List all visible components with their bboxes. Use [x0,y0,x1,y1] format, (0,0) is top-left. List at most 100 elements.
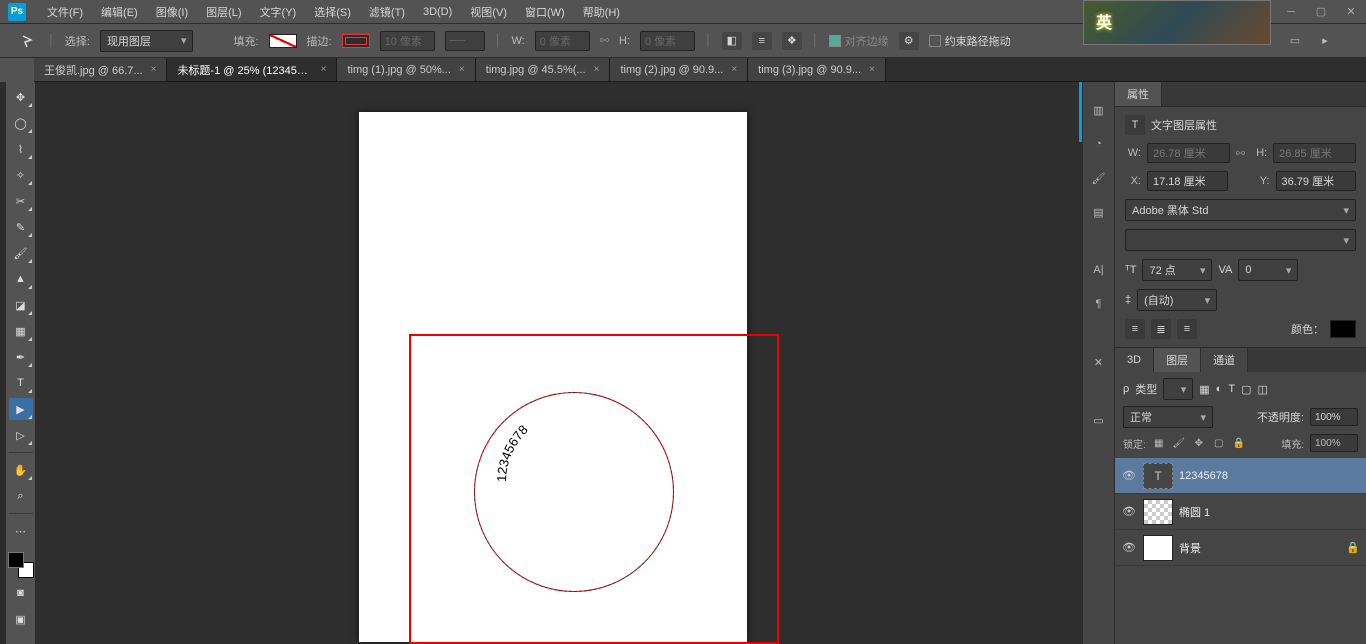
stroke-swatch[interactable] [342,34,370,48]
color-icon[interactable]: ◔ [1089,134,1109,154]
visibility-icon[interactable]: 👁 [1121,505,1137,518]
leading-dropdown[interactable]: (自动) [1137,289,1217,311]
menu-view[interactable]: 视图(V) [461,0,516,23]
menu-select[interactable]: 选择(S) [305,0,360,23]
width-field[interactable]: 0 像素 [535,31,590,51]
path-select-tool[interactable]: ▶ [9,398,33,420]
blend-mode-dropdown[interactable]: 正常 [1123,406,1213,428]
path-ops-combine-icon[interactable]: ◧ [722,32,742,50]
doc-tab[interactable]: timg (3).jpg @ 90.9...× [748,58,886,81]
doc-tab[interactable]: timg.jpg @ 45.5%(...× [476,58,611,81]
close-button[interactable]: ✕ [1336,0,1366,23]
minimize-button[interactable]: ─ [1276,0,1306,23]
move-tool[interactable]: ✥ [9,86,33,108]
menu-type[interactable]: 文字(Y) [251,0,306,23]
filter-adjust-icon[interactable]: ◐ [1216,383,1223,395]
menu-filter[interactable]: 滤镜(T) [360,0,414,23]
layer-name[interactable]: 背景 [1179,540,1340,556]
font-size-dropdown[interactable]: 72 点 [1142,259,1212,281]
quickmask-icon[interactable]: ◙ [9,582,33,604]
lock-paint-icon[interactable]: 🖌 [1172,436,1186,450]
gear-icon[interactable]: ⚙ [899,32,919,50]
close-icon[interactable]: × [869,64,875,75]
libraries-icon[interactable]: ▭ [1089,410,1109,430]
lock-all-icon[interactable]: 🔒 [1232,436,1246,450]
prop-x-field[interactable]: 17.18 厘米 [1147,171,1228,191]
stamp-tool[interactable]: ▲ [9,268,33,290]
paragraph-icon[interactable]: ¶ [1089,294,1109,314]
layer-fill-field[interactable]: 100% [1310,434,1358,452]
visibility-icon[interactable]: 👁 [1121,469,1137,482]
path-align-icon[interactable]: ≡ [752,32,772,50]
layer-row[interactable]: 👁 椭圆 1 [1115,494,1366,530]
type-tool[interactable]: T [9,372,33,394]
menu-window[interactable]: 窗口(W) [516,0,574,23]
opacity-field[interactable]: 100% [1310,408,1358,426]
stroke-width-field[interactable]: 10 像素 [380,31,435,51]
visibility-icon[interactable]: 👁 [1121,541,1137,554]
tracking-dropdown[interactable]: 0 [1238,259,1298,281]
tab-3d[interactable]: 3D [1115,348,1154,372]
adjustments-icon[interactable]: ✕ [1089,352,1109,372]
zoom-tool[interactable]: ⌕ [9,485,33,507]
font-family-dropdown[interactable]: Adobe 黑体 Std [1125,199,1356,221]
lock-trans-icon[interactable]: ▦ [1152,436,1166,450]
filter-type-dropdown[interactable] [1163,378,1193,400]
hand-tool[interactable]: ✋ [9,459,33,481]
align-left-icon[interactable]: ≡ [1125,319,1145,339]
pen-tool[interactable]: ✒ [9,346,33,368]
crop-tool[interactable]: ✂ [9,190,33,212]
promo-banner[interactable] [1083,0,1271,45]
menu-help[interactable]: 帮助(H) [574,0,629,23]
font-style-dropdown[interactable] [1125,229,1356,251]
menu-image[interactable]: 图像(I) [147,0,197,23]
canvas[interactable]: 12345678 [36,82,1082,644]
link-icon[interactable]: ⚯ [1236,147,1245,160]
close-icon[interactable]: × [151,64,157,75]
tool-preset-icon[interactable] [18,31,38,51]
link-wh-icon[interactable]: ⚯ [600,34,609,47]
filter-smart-icon[interactable]: ◫ [1257,383,1267,396]
align-edges-checkbox[interactable]: 对齐边缘 [829,33,889,49]
align-center-icon[interactable]: ≣ [1151,319,1171,339]
menu-3d[interactable]: 3D(D) [414,0,461,23]
panel-menu-icon[interactable]: ▸ [1316,32,1334,50]
close-icon[interactable]: × [321,64,327,75]
eraser-tool[interactable]: ◪ [9,294,33,316]
path-text[interactable]: 12345678 [486,392,666,572]
text-color-swatch[interactable] [1330,320,1356,338]
history-icon[interactable]: ▥ [1089,100,1109,120]
doc-tab[interactable]: 未标题-1 @ 25% (12345678, RGB/8#) *× [167,58,337,81]
workspace-icon[interactable]: ▭ [1286,32,1304,50]
character-icon[interactable]: A| [1089,260,1109,280]
lasso-tool[interactable]: ⌇ [9,138,33,160]
select-scope-dropdown[interactable]: 现用图层▾ [100,30,194,52]
menu-file[interactable]: 文件(F) [38,0,92,23]
doc-tab[interactable]: timg (1).jpg @ 50%...× [337,58,475,81]
layer-name[interactable]: 12345678 [1179,470,1360,482]
menu-edit[interactable]: 编辑(E) [92,0,147,23]
properties-tab[interactable]: 属性 [1115,82,1162,106]
filter-pixel-icon[interactable]: ▦ [1199,383,1209,396]
brush-tool[interactable]: 🖌 [9,242,33,264]
direct-select-tool[interactable]: ▷ [9,424,33,446]
close-icon[interactable]: × [731,64,737,75]
layer-row[interactable]: 👁 T 12345678 [1115,458,1366,494]
constrain-path-checkbox[interactable]: 约束路径拖动 [929,33,1011,49]
wand-tool[interactable]: ✧ [9,164,33,186]
swatches-icon[interactable]: ▤ [1089,202,1109,222]
fg-bg-swatch[interactable] [8,552,34,578]
lock-pos-icon[interactable]: ✥ [1192,436,1206,450]
edit-toolbar-icon[interactable]: ⋯ [9,520,33,542]
doc-tab[interactable]: timg (2).jpg @ 90.9...× [610,58,748,81]
screenmode-icon[interactable]: ▣ [9,608,33,630]
path-arrange-icon[interactable]: ❖ [782,32,802,50]
maximize-button[interactable]: ▢ [1306,0,1336,23]
marquee-tool[interactable]: ◯ [9,112,33,134]
prop-y-field[interactable]: 36.79 厘米 [1276,171,1357,191]
eyedropper-tool[interactable]: ✎ [9,216,33,238]
menu-layer[interactable]: 图层(L) [197,0,250,23]
tab-channels[interactable]: 通道 [1201,348,1248,372]
layer-name[interactable]: 椭圆 1 [1179,504,1360,520]
gradient-tool[interactable]: ▦ [9,320,33,342]
